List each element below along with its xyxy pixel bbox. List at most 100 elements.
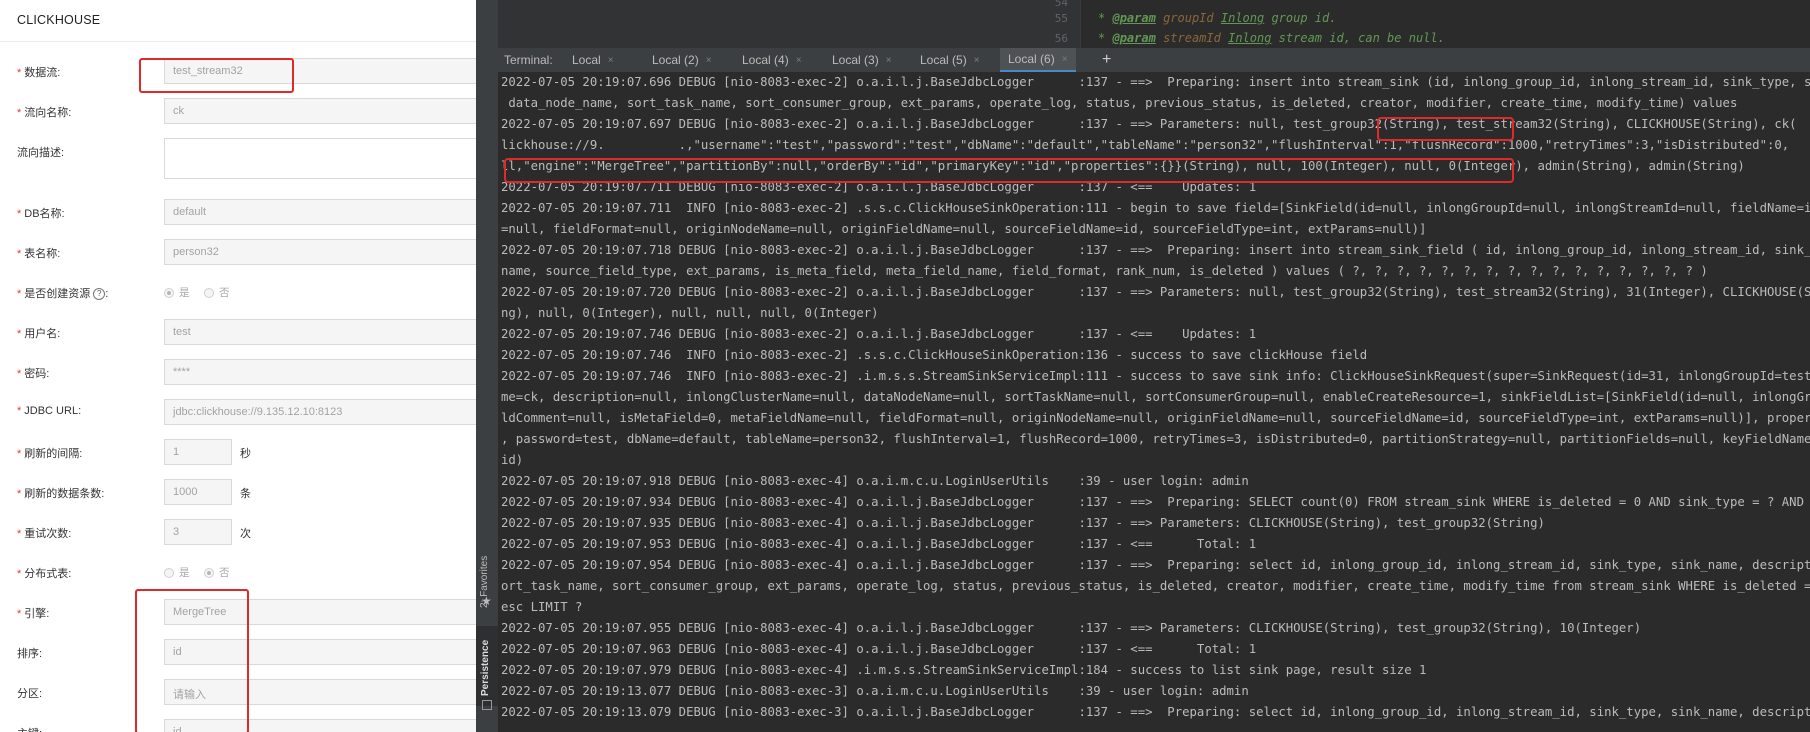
form-row: * DB名称: default [0,199,476,227]
form-input[interactable]: jdbc:clickhouse://9.135.12.10:8123 [164,399,476,425]
terminal-tab[interactable]: Local (2) × [644,48,720,72]
form-row: 分区: 请输入 [0,679,476,707]
add-terminal-icon[interactable]: + [1102,48,1111,72]
form-input[interactable]: 3 [164,519,232,545]
terminal-tab-label: Local (4) [742,53,789,67]
form-row: * 密码: **** [0,359,476,387]
field-label-text: 分布式表: [24,568,72,580]
radio-circle-icon [164,567,174,578]
unit-label: 次 [240,528,251,540]
radio-circle-icon [204,287,214,298]
radio-label: 否 [219,567,230,579]
log-line: 2022-07-05 20:19:07.979 DEBUG [nio-8083-… [501,663,1427,677]
form-row: * 表名称: person32 [0,239,476,267]
radio-option[interactable]: 是 [164,285,190,300]
radio-option[interactable]: 是 [164,565,190,580]
form-row: * 是否创建资源?: 是 否 [0,279,476,307]
form-divider [0,41,476,42]
log-line: 2022-07-05 20:19:07.746 INFO [nio-8083-e… [501,369,1810,383]
field-label-text: 刷新的数据条数: [24,488,105,500]
field-label: * DB名称: [17,205,65,221]
radio-option[interactable]: 否 [204,565,230,580]
form-input[interactable]: id [164,639,476,665]
javadoc-line: * @param groupId Inlong group id. [1098,11,1337,25]
form-input[interactable]: 1 [164,439,232,465]
field-label-text: 用户名: [24,328,61,340]
required-mark: * [17,448,22,460]
form-row: * 用户名: test [0,319,476,347]
radio-option[interactable]: 否 [204,285,230,300]
close-icon[interactable]: × [706,55,712,66]
help-icon[interactable]: ? [93,288,106,300]
form-row: * 刷新的数据条数: 1000 条 [0,479,476,507]
form-row: * 刷新的间隔: 1 秒 [0,439,476,467]
required-mark: * [17,405,22,417]
log-line: 2022-07-05 20:19:07.711 INFO [nio-8083-e… [501,201,1810,215]
field-label: * JDBC URL: [17,405,81,417]
code-editor[interactable]: 54 55 56 * @param groupId Inlong group i… [498,0,1810,48]
field-label: * 刷新的数据条数: [17,485,104,501]
log-line: ldComment=null, isMetaField=0, metaField… [501,411,1810,425]
form-title: CLICKHOUSE [17,13,101,27]
field-label: * 分布式表: [17,565,71,581]
form-input[interactable]: default [164,199,476,225]
form-input[interactable]: **** [164,359,476,385]
required-mark: * [17,368,22,380]
form-input[interactable]: test [164,319,476,345]
field-label-text: 排序: [17,648,43,660]
terminal-tab[interactable]: Local (6) × [1000,48,1076,72]
close-icon[interactable]: × [1062,54,1068,65]
form-row: * 数据流: test_stream32 [0,58,476,86]
field-label: * 重试次数: [17,525,71,541]
field-label: 流向描述: [17,144,64,160]
terminal-tab-bar: Terminal: Local × Local (2) × Local (4) × Loca… [498,48,1810,73]
terminal-tab-label: Local (2) [652,53,699,67]
star-icon: ★ [481,594,492,608]
form-input[interactable]: MergeTree [164,599,476,625]
terminal-tab-label: Local (3) [832,53,879,67]
form-row: * JDBC URL: jdbc:clickhouse://9.135.12.10:… [0,399,476,427]
form-input[interactable]: 请输入 [164,679,476,705]
form-input[interactable]: id [164,719,476,732]
form-input[interactable] [164,138,476,179]
log-line: 2022-07-05 20:19:07.954 DEBUG [nio-8083-… [501,558,1810,572]
field-label: * 用户名: [17,325,60,341]
form-input[interactable]: ck [164,98,476,124]
log-line: 2022-07-05 20:19:07.953 DEBUG [nio-8083-… [501,537,1257,551]
form-row: * 分布式表: 是 否 [0,559,476,587]
field-label-text: 刷新的间隔: [24,448,83,460]
log-line: 2022-07-05 20:19:07.955 DEBUG [nio-8083-… [501,621,1642,635]
log-line: name, source_field_type, ext_params, is_… [501,264,1708,278]
form-input[interactable]: 1000 [164,479,232,505]
tool-window-strip: 2: Favorites ★ Persistence [476,0,499,732]
close-icon[interactable]: × [886,55,892,66]
field-label-text: 重试次数: [24,528,72,540]
required-mark: * [17,248,22,260]
field-label-text: 主键: [17,728,42,732]
form-row: 排序: id [0,639,476,667]
log-line: lickhouse://9. .,"username":"test","pass… [501,138,1790,152]
field-label: * 表名称: [17,245,60,261]
form-input[interactable]: person32 [164,239,476,265]
close-icon[interactable]: × [796,55,802,66]
form-input[interactable]: test_stream32 [164,58,476,84]
terminal-tab[interactable]: Local (5) × [912,48,988,72]
required-mark: * [17,528,22,540]
required-mark: * [17,608,22,620]
persistence-tab[interactable]: Persistence [476,626,498,706]
terminal-output[interactable]: 2022-07-05 20:19:07.696 DEBUG [nio-8083-… [498,72,1810,732]
log-line: me=ck, description=null, inlongClusterNa… [501,390,1810,404]
terminal-tab[interactable]: Local (3) × [824,48,900,72]
field-label: * 引擎: [17,605,49,621]
terminal-tab-label: Local (5) [920,53,967,67]
log-line: 2022-07-05 20:19:07.746 DEBUG [nio-8083-… [501,327,1257,341]
form-row: 流向描述: [0,138,476,179]
log-line: 2022-07-05 20:19:07.711 DEBUG [nio-8083-… [501,180,1257,194]
log-line: 2022-07-05 20:19:07.963 DEBUG [nio-8083-… [501,642,1257,656]
field-label-text: 是否创建资源 [24,288,91,300]
terminal-tab[interactable]: Local (4) × [734,48,810,72]
close-icon[interactable]: × [974,55,980,66]
close-icon[interactable]: × [608,55,614,66]
field-label-text: 分区: [17,688,43,700]
terminal-tab[interactable]: Local × [564,48,622,72]
